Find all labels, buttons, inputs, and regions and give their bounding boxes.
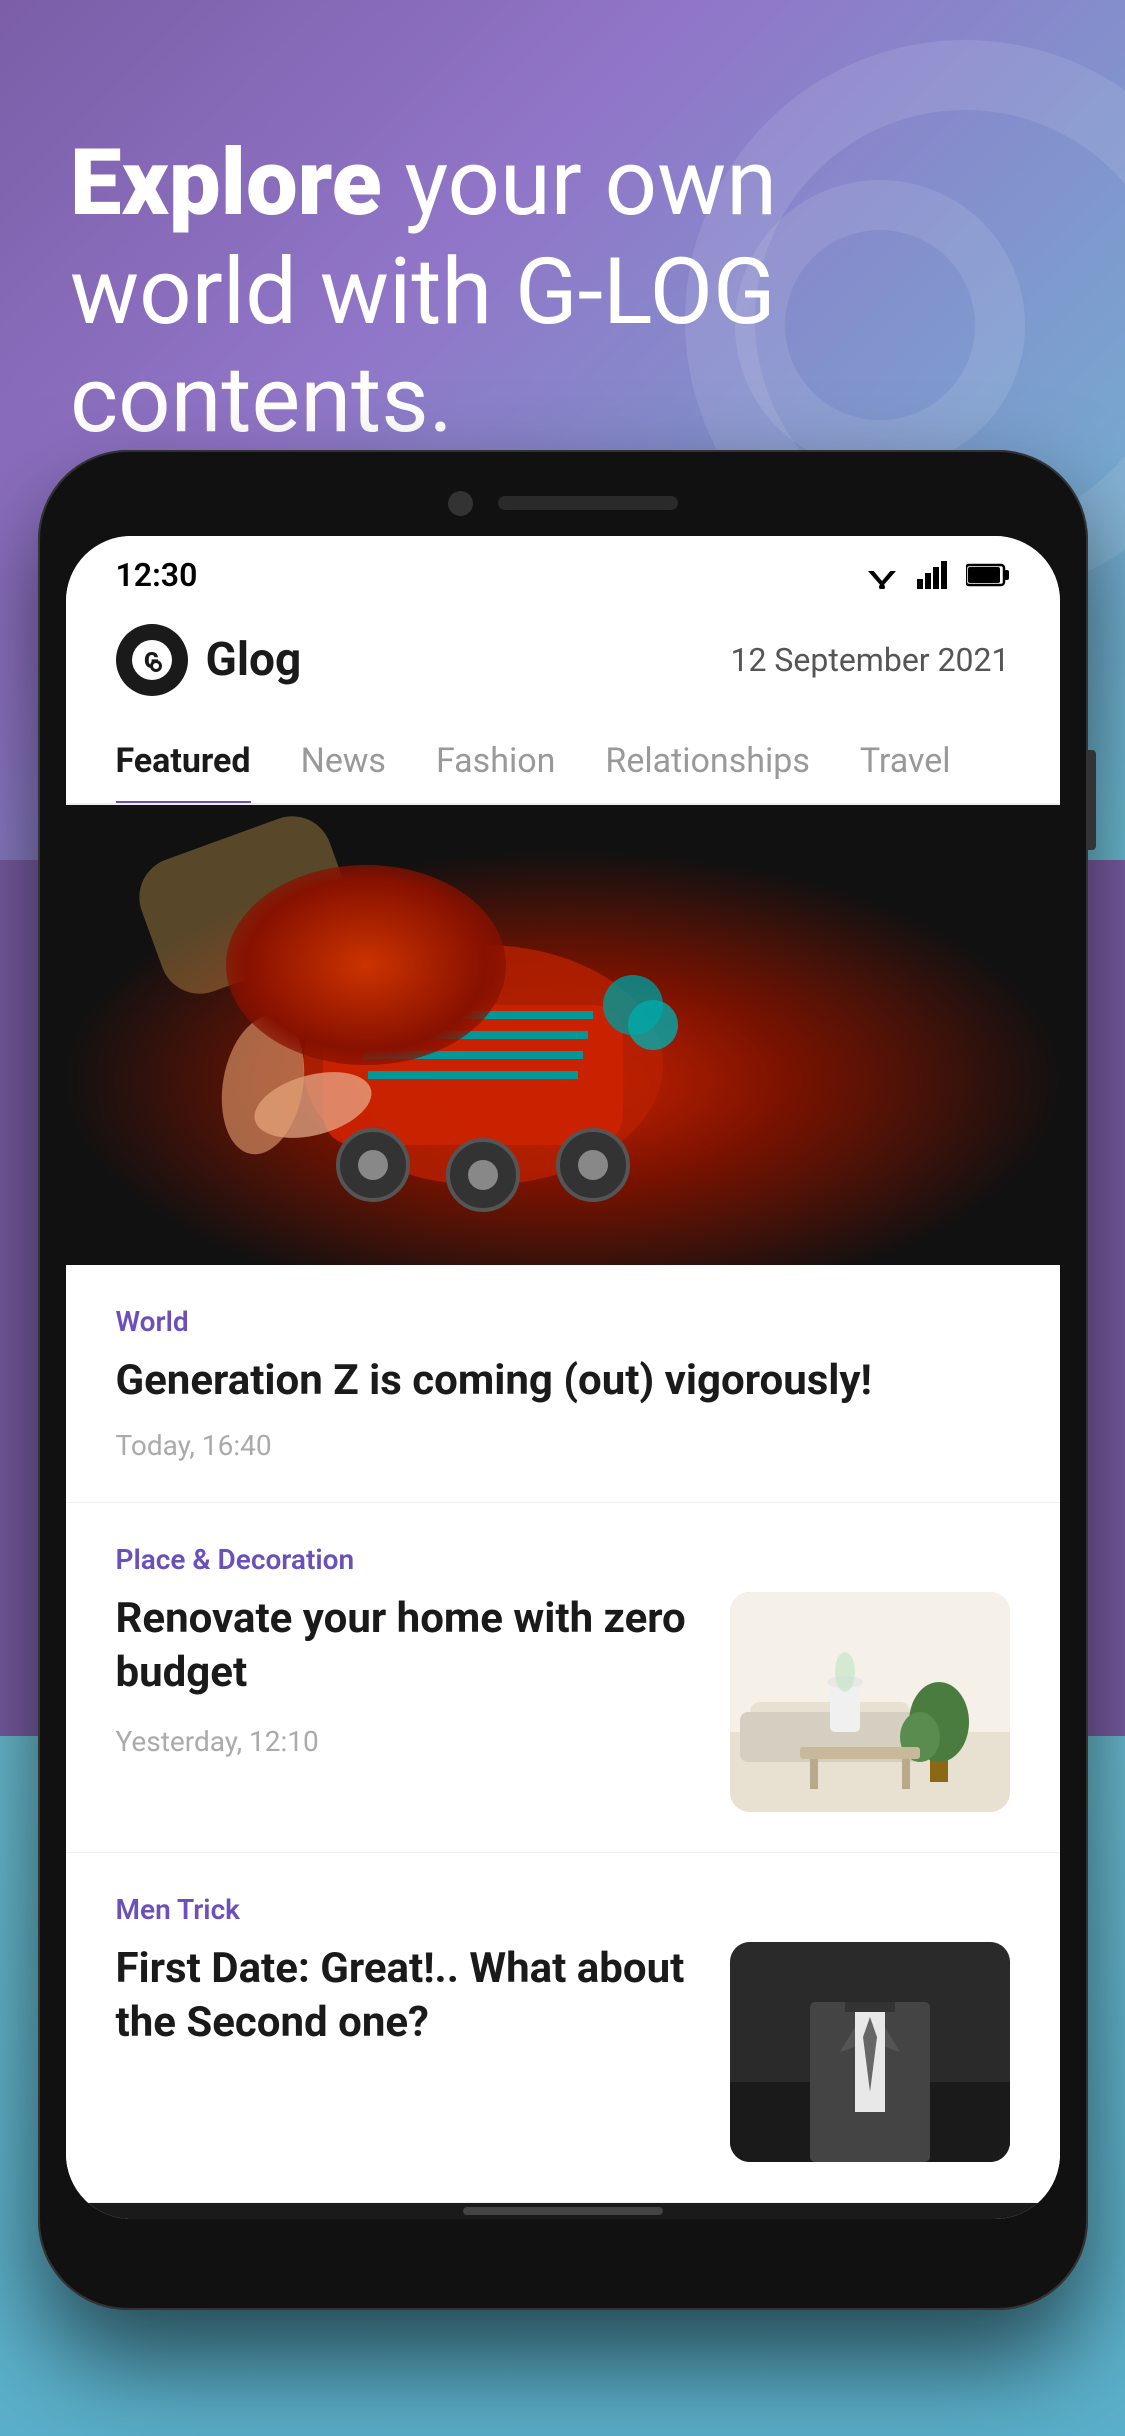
article2-section: Place & Decoration Renovate your home wi… [66, 1503, 1060, 1853]
home-indicator [66, 2203, 1060, 2219]
article3-category: Men Trick [116, 1893, 1010, 1926]
page-wrapper: Explore your ownworld with G-LOGcontents… [0, 0, 1125, 2436]
phone-notch [66, 478, 1060, 528]
featured-image [66, 805, 1060, 1265]
logo-icon: G [116, 624, 188, 696]
featured-article-section: World Generation Z is coming (out) vigor… [66, 1265, 1060, 1503]
article2-category: Place & Decoration [116, 1543, 1010, 1576]
side-button [1088, 750, 1096, 850]
speaker-notch [498, 496, 678, 510]
tab-featured[interactable]: Featured [116, 721, 251, 805]
home-bar [463, 2207, 663, 2215]
article2-text: Renovate your home with zero budget Yest… [116, 1592, 700, 1758]
hero-headline-bold: Explore [70, 130, 382, 237]
status-icons [864, 561, 1010, 589]
nav-tabs: Featured News Fashion Relationships Trav… [66, 721, 1060, 805]
article2-row: Renovate your home with zero budget Yest… [116, 1592, 1010, 1812]
tab-fashion[interactable]: Fashion [436, 721, 555, 805]
logo-text: Glog [206, 633, 302, 687]
wifi-icon [864, 561, 900, 589]
tab-travel[interactable]: Travel [860, 721, 951, 805]
status-time: 12:30 [116, 556, 198, 594]
app-date: 12 September 2021 [731, 641, 1010, 679]
app-header: G Glog 12 September 2021 [66, 604, 1060, 721]
featured-article-category: World [116, 1305, 1010, 1338]
phone-body: 12:30 [38, 450, 1088, 2310]
featured-article-time: Today, 16:40 [116, 1429, 1010, 1462]
phone-mockup: 12:30 [38, 450, 1088, 2310]
article3-img-svg [730, 1942, 1010, 2162]
tab-news[interactable]: News [301, 721, 386, 805]
tab-relationships[interactable]: Relationships [605, 721, 809, 805]
featured-article-title: Generation Z is coming (out) vigorously! [116, 1354, 1010, 1409]
camera-notch [448, 491, 473, 516]
signal-icon [915, 561, 951, 589]
battery-icon [966, 562, 1010, 588]
status-bar: 12:30 [66, 536, 1060, 604]
article3-title: First Date: Great!.. What about the Seco… [116, 1942, 700, 2051]
article3-text: First Date: Great!.. What about the Seco… [116, 1942, 700, 2071]
article3-row: First Date: Great!.. What about the Seco… [116, 1942, 1010, 2162]
article2-title: Renovate your home with zero budget [116, 1592, 700, 1701]
article2-img-svg [730, 1592, 1010, 1812]
article2-thumbnail-inner [730, 1592, 1010, 1812]
featured-image-svg [66, 805, 1060, 1265]
hero-text-block: Explore your ownworld with G-LOGcontents… [70, 130, 777, 456]
article2-time: Yesterday, 12:10 [116, 1725, 700, 1758]
article3-section: Men Trick First Date: Great!.. What abou… [66, 1853, 1060, 2203]
app-logo: G Glog [116, 624, 302, 696]
phone-screen: 12:30 [66, 536, 1060, 2219]
article2-thumbnail [730, 1592, 1010, 1812]
hero-headline: Explore your ownworld with G-LOGcontents… [70, 130, 777, 456]
article3-thumbnail-inner [730, 1942, 1010, 2162]
glog-logo-svg: G [130, 638, 174, 682]
article3-thumbnail [730, 1942, 1010, 2162]
deco-circle-small [735, 180, 1025, 470]
